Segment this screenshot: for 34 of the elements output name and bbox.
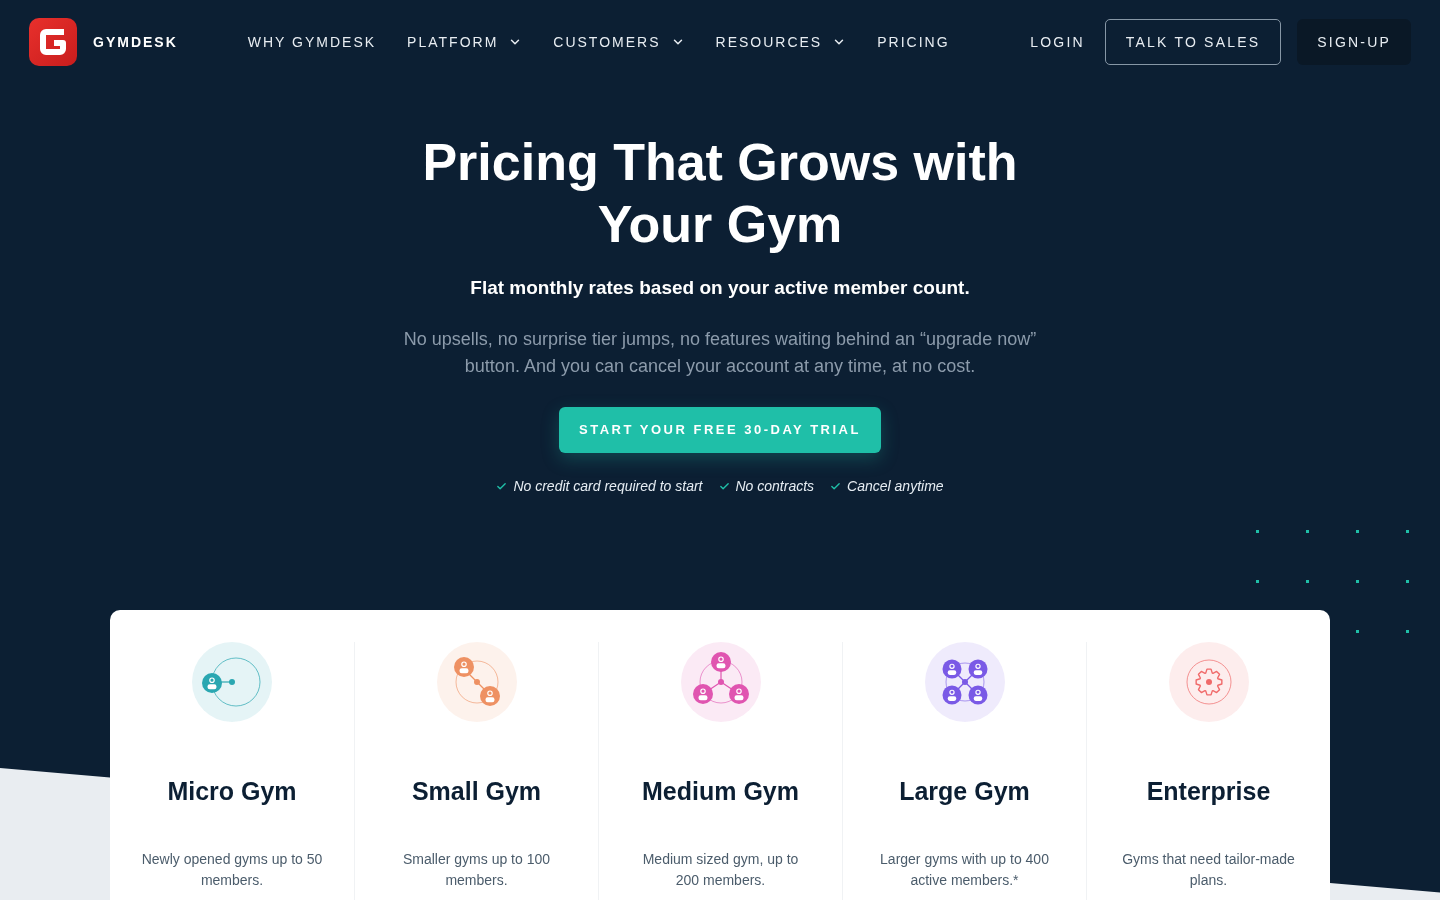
network-icon [436,642,517,722]
plan-description: Smaller gyms up to 100 members. [401,850,552,890]
brand-name: GYMDESK [93,32,178,52]
perk-text: Cancel anytime [847,477,944,496]
network-icon [680,642,761,722]
talk-to-sales-button[interactable]: TALK TO SALES [1104,19,1282,65]
plan-description: Gyms that need tailor-made plans. [1121,850,1296,890]
nav-link[interactable]: CUSTOMERS [553,31,685,53]
network-icon [1168,642,1249,722]
description: No upsells, no surprise tier jumps, no features waiting behind an “upgrade now” button. And you can cancel your account at any time, at no cost. [402,328,1038,378]
plan-description: Medium sized gym, up to 200 members. [641,850,800,890]
nav-link[interactable]: PRICING [877,31,950,53]
plan-name: Small Gym [411,776,542,807]
nav-link[interactable]: RESOURCES [715,31,847,53]
network-icon [924,642,1005,722]
plan-name: Large Gym [899,776,1030,807]
logo-icon[interactable] [29,18,77,66]
nav-link[interactable]: WHY GYMDESK [247,31,377,53]
perk-text: No contracts [735,477,815,496]
check-icon [496,480,508,492]
page-title: Pricing That Grows with Your Gym [421,132,1019,255]
login-link[interactable]: LOGIN [1026,23,1089,61]
network-icon [192,642,272,722]
check-icon [718,480,730,492]
plan-name: Micro Gym [167,776,297,807]
check-icon [830,480,842,492]
plan-description: Newly opened gyms up to 50 members. [141,850,323,890]
subtitle: Flat monthly rates based on your active member count. [470,276,970,300]
nav-link[interactable]: PLATFORM [407,31,523,53]
plan-description: Larger gyms with up to 400 active members.* [879,850,1050,890]
plan-name: Medium Gym [642,776,799,807]
sign-up-button[interactable]: SIGN-UP [1297,19,1411,65]
perk-text: No credit card required to start [513,477,703,496]
plan-name: Enterprise [1146,776,1271,807]
